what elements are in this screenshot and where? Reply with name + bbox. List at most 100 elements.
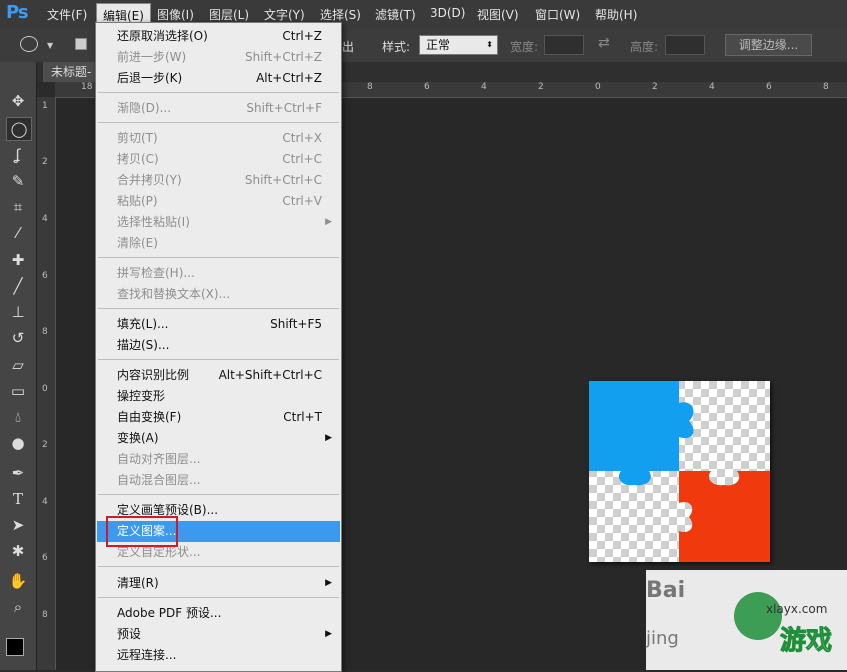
- ruler-label: 8: [42, 327, 48, 337]
- foreground-color-swatch[interactable]: [6, 638, 24, 656]
- menu-separator: [98, 566, 339, 567]
- menu-separator: [98, 257, 339, 258]
- ruler-label: 4: [481, 82, 487, 92]
- menu-item-presets[interactable]: 预设 ▶: [97, 624, 340, 645]
- new-selection-icon[interactable]: [75, 38, 87, 50]
- menu-window[interactable]: 窗口(W): [535, 6, 580, 23]
- ruler-label: 6: [424, 82, 430, 92]
- ruler-label: 8: [823, 82, 829, 92]
- menu-separator: [98, 359, 339, 360]
- menu-type[interactable]: 文字(Y): [264, 6, 305, 23]
- ruler-label: 6: [42, 271, 48, 281]
- height-field[interactable]: [665, 35, 705, 55]
- eyedropper-tool-icon[interactable]: ⁄: [6, 222, 30, 244]
- zoom-tool-icon[interactable]: ⌕: [6, 596, 30, 618]
- elliptical-marquee-preset-icon[interactable]: [20, 36, 38, 52]
- puzzle-image[interactable]: [589, 381, 770, 562]
- ruler-label: 6: [766, 82, 772, 92]
- menu-item-purge[interactable]: 清理(R) ▶: [97, 573, 340, 594]
- watermark-text-bottom: jing: [646, 628, 679, 649]
- menu-layer[interactable]: 图层(L): [209, 6, 249, 23]
- type-tool-icon[interactable]: T: [6, 488, 30, 510]
- menu-item-step-backward[interactable]: 后退一步(K) Alt+Ctrl+Z: [97, 68, 340, 89]
- menu-select[interactable]: 选择(S): [320, 6, 361, 23]
- refine-edge-button[interactable]: 调整边缘...: [725, 34, 812, 56]
- watermark-logo-icon: [734, 592, 782, 640]
- menu-item-transform[interactable]: 变换(A) ▶: [97, 428, 340, 449]
- style-select[interactable]: 正常 ⬍: [419, 35, 498, 55]
- ruler-label: 2: [42, 157, 48, 167]
- ruler-label: 0: [42, 384, 48, 394]
- move-tool-icon[interactable]: ✥: [6, 90, 30, 112]
- path-selection-tool-icon[interactable]: ➤: [6, 514, 30, 536]
- ruler-label: 4: [42, 497, 48, 507]
- submenu-arrow-icon: ▶: [325, 433, 332, 443]
- ruler-label: 0: [595, 82, 601, 92]
- menu-separator: [98, 122, 339, 123]
- dodge-tool-icon[interactable]: ●: [6, 432, 30, 454]
- menu-3d[interactable]: 3D(D): [430, 6, 465, 20]
- width-label: 宽度:: [510, 40, 539, 54]
- photoshop-logo: Ps: [6, 2, 29, 23]
- puzzle-pieces-graphic: [589, 381, 770, 562]
- eraser-tool-icon[interactable]: ▱: [6, 354, 30, 376]
- watermark-domain: xlayx.com: [766, 602, 828, 616]
- menu-item-remote-connections[interactable]: 远程连接...: [97, 645, 340, 666]
- menu-file[interactable]: 文件(F): [47, 6, 87, 23]
- ruler-label: 2: [652, 82, 658, 92]
- anti-alias-label: 出: [342, 40, 355, 54]
- watermark-logo-text: 游戏: [779, 626, 833, 657]
- pen-tool-icon[interactable]: ✒: [6, 462, 30, 484]
- menu-item-stroke[interactable]: 描边(S)...: [97, 335, 340, 356]
- gradient-tool-icon[interactable]: ▭: [6, 380, 30, 402]
- width-field[interactable]: [544, 35, 584, 55]
- menu-item-clear: 清除(E): [117, 236, 158, 250]
- history-brush-tool-icon[interactable]: ↺: [6, 327, 30, 349]
- ruler-label: 18: [81, 82, 93, 92]
- elliptical-marquee-tool-icon[interactable]: ◯: [6, 117, 32, 141]
- chevron-down-icon[interactable]: ▼: [47, 41, 53, 50]
- menu-item-find-replace: 查找和替换文本(X)...: [117, 287, 231, 301]
- menu-image[interactable]: 图像(I): [157, 6, 194, 23]
- menu-item-adobe-pdf-presets[interactable]: Adobe PDF 预设...: [97, 603, 340, 624]
- menu-item-spell-check: 拼写检查(H)...: [117, 266, 195, 280]
- swap-icon[interactable]: ⇄: [598, 35, 610, 51]
- blur-tool-icon[interactable]: 💧︎: [6, 406, 30, 428]
- ruler-label: 8: [42, 610, 48, 620]
- clone-stamp-tool-icon[interactable]: ⊥: [6, 301, 30, 323]
- menu-item-auto-align-layers: 自动对齐图层...: [117, 452, 201, 466]
- menu-help[interactable]: 帮助(H): [595, 6, 637, 23]
- height-label: 高度:: [630, 40, 659, 54]
- ruler-label: 1: [42, 101, 48, 111]
- menu-item-cut: 剪切(T) Ctrl+X: [117, 131, 322, 145]
- menu-item-puppet-warp[interactable]: 操控变形: [97, 386, 340, 407]
- menu-item-free-transform[interactable]: 自由变换(F) Ctrl+T: [97, 407, 340, 428]
- menu-item-undo[interactable]: 还原取消选择(O) Ctrl+Z: [97, 26, 340, 47]
- edit-menu-dropdown: 还原取消选择(O) Ctrl+Z 前进一步(W) Shift+Ctrl+Z 后退一步…: [95, 22, 342, 672]
- menu-item-copy-merged: 合并拷贝(Y) Shift+Ctrl+C: [117, 173, 322, 187]
- submenu-arrow-icon: ▶: [325, 217, 332, 227]
- menu-separator: [98, 597, 339, 598]
- quick-selection-tool-icon[interactable]: ✎: [6, 170, 30, 192]
- menu-view[interactable]: 视图(V): [477, 6, 519, 23]
- menu-separator: [98, 92, 339, 93]
- ruler-label: 4: [42, 214, 48, 224]
- ruler-label: 2: [42, 440, 48, 450]
- menu-item-fill[interactable]: 填充(L)... Shift+F5: [97, 314, 340, 335]
- tools-panel: ✥ ◯ ʆ ✎ ⌗ ⁄ ✚ ╱ ⊥ ↺ ▱ ▭ 💧︎ ● ✒ T ➤ ✱ ✋ ⌕: [0, 62, 37, 670]
- menu-item-paste-special: 选择性粘贴(I) ▶: [97, 212, 340, 233]
- menu-item-content-aware-scale[interactable]: 内容识别比例 Alt+Shift+Ctrl+C: [97, 365, 340, 386]
- brush-tool-icon[interactable]: ╱: [6, 275, 30, 297]
- crop-tool-icon[interactable]: ⌗: [6, 196, 30, 218]
- ruler-label: 4: [709, 82, 715, 92]
- healing-brush-tool-icon[interactable]: ✚: [6, 249, 30, 271]
- style-label: 样式:: [382, 40, 411, 54]
- lasso-tool-icon[interactable]: ʆ: [6, 144, 30, 166]
- hand-tool-icon[interactable]: ✋: [6, 570, 30, 592]
- menu-separator: [98, 494, 339, 495]
- watermark: Bai jing xlayx.com 游戏: [646, 570, 847, 670]
- watermark-text-top: Bai: [646, 578, 686, 603]
- menu-item-step-forward: 前进一步(W) Shift+Ctrl+Z: [117, 50, 322, 64]
- menu-filter[interactable]: 滤镜(T): [375, 6, 416, 23]
- custom-shape-tool-icon[interactable]: ✱: [6, 540, 30, 562]
